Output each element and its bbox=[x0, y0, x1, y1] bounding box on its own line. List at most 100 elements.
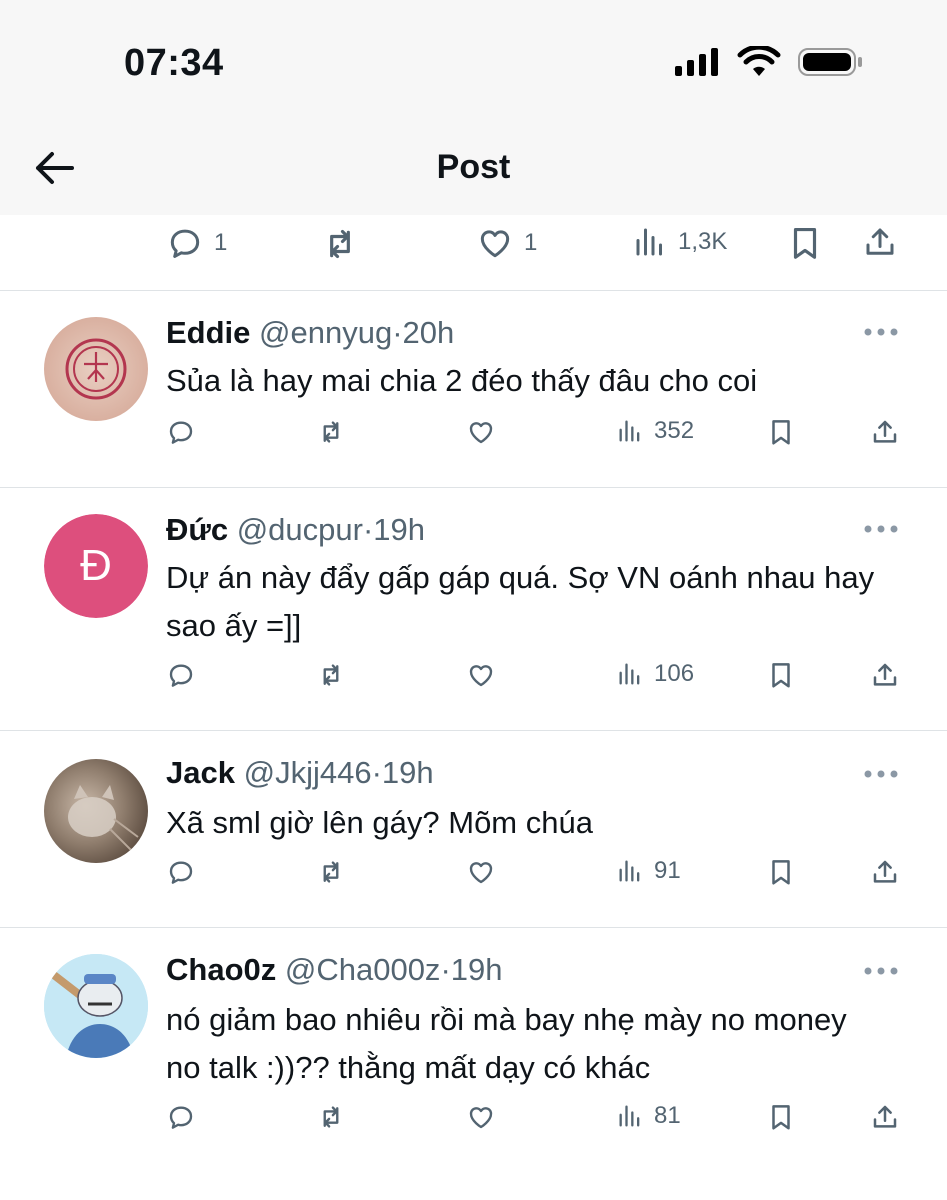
share-button[interactable] bbox=[870, 1102, 900, 1132]
handle[interactable]: @Cha000z bbox=[285, 952, 441, 987]
retweet-icon bbox=[316, 1102, 346, 1132]
bookmark-button[interactable] bbox=[766, 857, 796, 887]
bookmark-icon bbox=[766, 1102, 796, 1132]
bookmark-icon bbox=[766, 417, 796, 447]
bookmark-button[interactable] bbox=[766, 660, 796, 690]
sigil-avatar-image bbox=[65, 338, 127, 400]
views-button[interactable]: 352 bbox=[616, 417, 694, 445]
avatar[interactable] bbox=[44, 317, 148, 421]
like-button[interactable] bbox=[466, 660, 496, 690]
display-name[interactable]: Đức bbox=[166, 512, 228, 547]
reply-button[interactable]: 1 bbox=[166, 224, 227, 262]
reply-text: Dự án này đẩy gấp gáp quá. Sợ VN oánh nh… bbox=[166, 560, 875, 643]
reply-icon bbox=[166, 417, 196, 447]
views-button[interactable]: 106 bbox=[616, 660, 694, 688]
timestamp[interactable]: 19h bbox=[382, 755, 434, 790]
display-name[interactable]: Jack bbox=[166, 755, 235, 790]
avatar-circle: Đ bbox=[44, 514, 148, 618]
reply-actions: 106 bbox=[0, 660, 947, 700]
reply-item[interactable]: Đ Đức @ducpur·19h Dự án này đẩy gấp gáp … bbox=[0, 488, 947, 730]
views-button[interactable]: 81 bbox=[616, 1102, 681, 1130]
reply-button[interactable] bbox=[166, 857, 196, 887]
timestamp[interactable]: 20h bbox=[403, 315, 455, 350]
reply-icon bbox=[166, 857, 196, 887]
status-time: 07:34 bbox=[124, 42, 224, 84]
view-count: 1,3K bbox=[678, 228, 728, 255]
handle[interactable]: @ducpur bbox=[237, 512, 363, 547]
bookmark-icon bbox=[766, 660, 796, 690]
reply-text: Xã sml giờ lên gáy? Mõm chúa bbox=[166, 805, 593, 840]
timestamp[interactable]: 19h bbox=[451, 952, 503, 987]
share-button[interactable] bbox=[870, 417, 900, 447]
separator-dot: · bbox=[371, 755, 382, 790]
like-button[interactable] bbox=[466, 417, 496, 447]
like-count: 1 bbox=[524, 229, 538, 256]
share-icon bbox=[870, 1102, 900, 1132]
handle[interactable]: @Jkjj446 bbox=[244, 755, 372, 790]
bookmark-icon bbox=[786, 224, 824, 262]
page-title: Post bbox=[436, 148, 511, 186]
timestamp[interactable]: 19h bbox=[373, 512, 425, 547]
share-button[interactable] bbox=[870, 660, 900, 690]
more-options-icon[interactable] bbox=[863, 327, 899, 337]
retweet-icon bbox=[316, 857, 346, 887]
more-options-icon[interactable] bbox=[863, 966, 899, 976]
retweet-button[interactable] bbox=[320, 224, 360, 264]
retweet-button[interactable] bbox=[316, 417, 346, 447]
reply-actions: 91 bbox=[0, 857, 947, 897]
avatar[interactable] bbox=[44, 954, 148, 1058]
reply-item[interactable]: Chao0z @Cha000z·19h nó giảm bao nhiêu rồ… bbox=[0, 928, 947, 1178]
like-button[interactable] bbox=[466, 1102, 496, 1132]
bookmark-button[interactable] bbox=[766, 417, 796, 447]
retweet-button[interactable] bbox=[316, 660, 346, 690]
reply-header: Chao0z @Cha000z·19h bbox=[166, 952, 503, 988]
avatar-letter: Đ bbox=[80, 541, 112, 590]
views-button[interactable]: 91 bbox=[616, 857, 681, 885]
avatar[interactable]: Đ bbox=[44, 514, 148, 618]
like-button[interactable] bbox=[466, 857, 496, 887]
main-post-actions: 1 1 1,3K bbox=[0, 224, 947, 264]
avatar[interactable] bbox=[44, 759, 148, 863]
views-button[interactable]: 1,3K bbox=[632, 224, 727, 260]
reply-item[interactable]: Jack @Jkjj446·19h Xã sml giờ lên gáy? Mõ… bbox=[0, 731, 947, 927]
handle[interactable]: @ennyug bbox=[259, 315, 392, 350]
view-count: 81 bbox=[654, 1102, 681, 1129]
wifi-icon bbox=[737, 46, 781, 76]
battery-icon bbox=[798, 48, 862, 76]
views-icon bbox=[616, 857, 644, 885]
views-icon bbox=[616, 417, 644, 445]
view-count: 106 bbox=[654, 660, 695, 687]
retweet-icon bbox=[316, 417, 346, 447]
display-name[interactable]: Eddie bbox=[166, 315, 250, 350]
reply-item[interactable]: Eddie @ennyug·20h Sủa là hay mai chia 2 … bbox=[0, 291, 947, 487]
share-button[interactable] bbox=[870, 857, 900, 887]
retweet-icon bbox=[316, 660, 346, 690]
reply-icon bbox=[166, 1102, 196, 1132]
separator-dot: · bbox=[362, 512, 374, 547]
share-icon bbox=[862, 224, 898, 260]
separator-dot: · bbox=[440, 952, 451, 987]
retweet-button[interactable] bbox=[316, 857, 346, 887]
reply-button[interactable] bbox=[166, 1102, 196, 1132]
reply-header: Eddie @ennyug·20h bbox=[166, 315, 454, 351]
reply-header: Đức @ducpur·19h bbox=[166, 512, 425, 548]
like-button[interactable]: 1 bbox=[476, 224, 537, 262]
reply-button[interactable] bbox=[166, 417, 196, 447]
retweet-button[interactable] bbox=[316, 1102, 346, 1132]
display-name[interactable]: Chao0z bbox=[166, 952, 276, 987]
reply-actions: 81 bbox=[0, 1102, 947, 1142]
share-icon bbox=[870, 857, 900, 887]
heart-icon bbox=[466, 1102, 496, 1132]
reply-header: Jack @Jkjj446·19h bbox=[166, 755, 434, 791]
share-icon bbox=[870, 417, 900, 447]
share-button[interactable] bbox=[862, 224, 898, 260]
top-nav-bar: Post bbox=[0, 120, 947, 215]
reply-button[interactable] bbox=[166, 660, 196, 690]
reply-icon bbox=[166, 660, 196, 690]
more-options-icon[interactable] bbox=[863, 524, 899, 534]
bookmark-icon bbox=[766, 857, 796, 887]
bookmark-button[interactable] bbox=[766, 1102, 796, 1132]
cat-photo-avatar-image bbox=[68, 785, 139, 852]
bookmark-button[interactable] bbox=[786, 224, 824, 262]
more-options-icon[interactable] bbox=[863, 769, 899, 779]
